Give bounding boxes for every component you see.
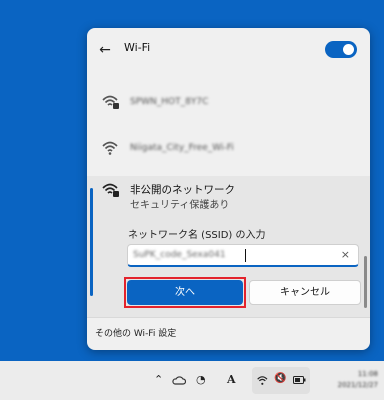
ssid-label: ネットワーク名 (SSID) の入力 [128, 230, 266, 241]
wifi-icon [102, 141, 118, 155]
hidden-network-name: 非公開のネットワーク [130, 184, 235, 196]
wifi-flyout: ← Wi-Fi SPWN_HOT_8Y7C Niigata_City_Free_… [87, 28, 370, 350]
volume-app-icon[interactable]: ◔ [196, 373, 206, 387]
speaker-muted-icon: 🔇 [274, 373, 287, 384]
more-wifi-settings-link[interactable]: その他の Wi-Fi 設定 [95, 326, 176, 339]
onedrive-cloud-icon[interactable] [172, 375, 186, 385]
text-caret [245, 249, 246, 262]
clear-icon[interactable]: × [341, 248, 350, 261]
network-name: SPWN_HOT_8Y7C [130, 97, 209, 107]
back-arrow-icon[interactable]: ← [96, 41, 114, 59]
ssid-input[interactable]: SuPK_code_Sexa041 × [127, 244, 359, 267]
toggle-knob [343, 44, 354, 55]
hidden-network-item: 非公開のネットワーク セキュリティ保護あり ネットワーク名 (SSID) の入力… [87, 176, 370, 317]
page-title: Wi-Fi [124, 41, 151, 54]
chevron-up-icon[interactable]: ⌃ [154, 373, 163, 387]
wifi-secured-icon [102, 95, 119, 109]
clock-time: 11:08 [357, 370, 378, 378]
clock-date: 2021/12/27 [337, 381, 378, 389]
security-status: セキュリティ保護あり [130, 200, 230, 211]
battery-icon [293, 376, 306, 384]
wifi-icon [257, 376, 268, 385]
taskbar: ⌃ ◔ A 🔇 11:08 2021/12/27 [0, 361, 384, 400]
network-item[interactable]: SPWN_HOT_8Y7C [87, 86, 370, 130]
font-app-icon[interactable]: A [227, 373, 236, 387]
clock[interactable]: 11:08 2021/12/27 [338, 369, 378, 391]
highlight-box [124, 277, 246, 308]
wifi-header: ← Wi-Fi [87, 28, 370, 72]
system-tray[interactable]: 🔇 [252, 367, 310, 394]
cancel-button[interactable]: キャンセル [249, 280, 361, 305]
network-name: Niigata_City_Free_Wi-Fi [130, 143, 234, 153]
wifi-toggle[interactable] [325, 41, 357, 58]
ssid-value: SuPK_code_Sexa041 [133, 250, 226, 260]
selection-indicator [90, 188, 93, 296]
wifi-secured-icon [102, 183, 119, 197]
divider [87, 317, 370, 318]
network-item[interactable]: Niigata_City_Free_Wi-Fi [87, 132, 370, 176]
scrollbar[interactable] [364, 256, 367, 308]
